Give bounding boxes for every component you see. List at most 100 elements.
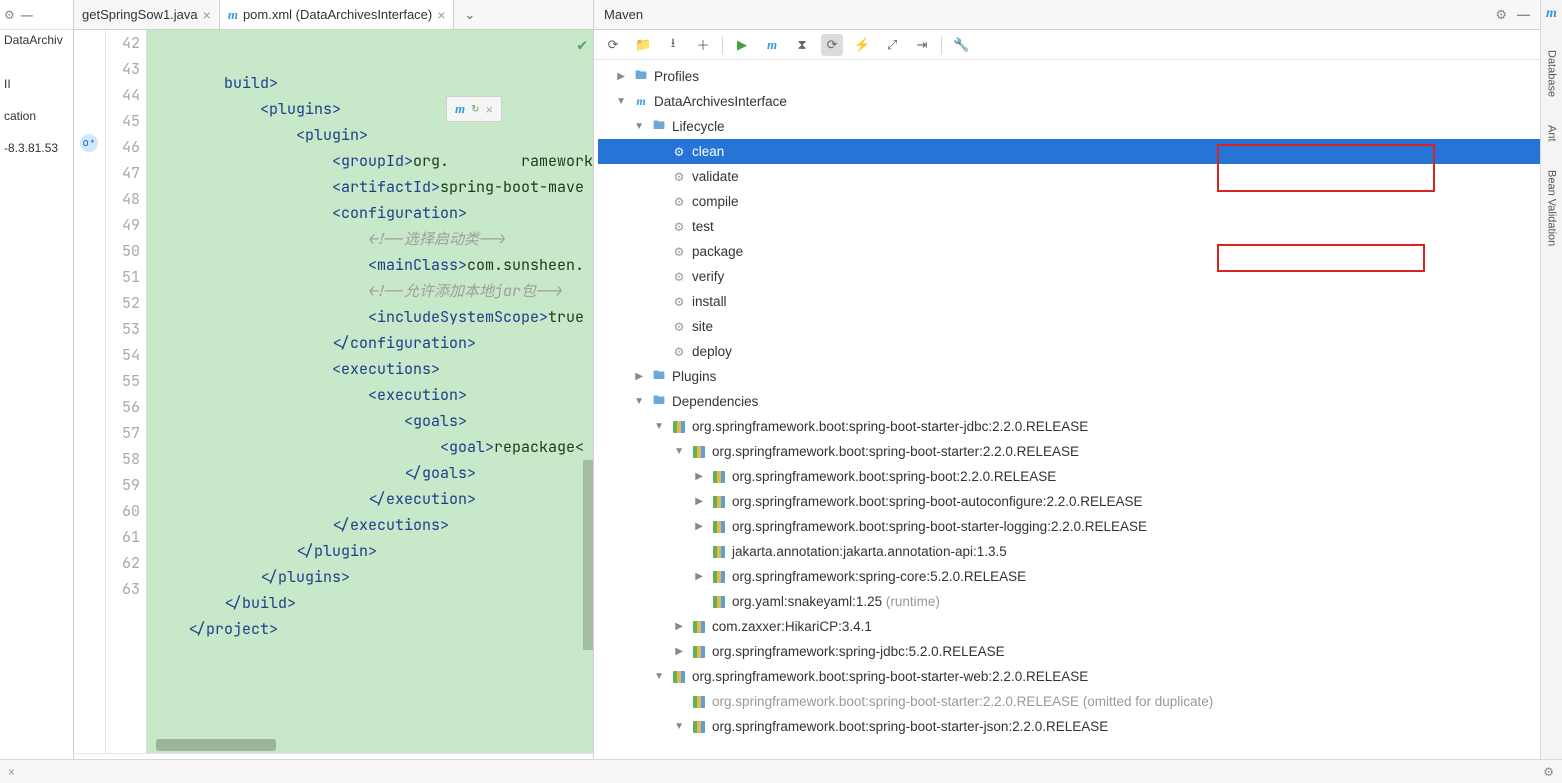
tree-node[interactable]: ⚙deploy xyxy=(598,339,1540,364)
code-line[interactable]: </project> xyxy=(152,616,593,642)
expand-arrow-icon[interactable]: ▼ xyxy=(672,721,686,732)
code-line[interactable]: </plugins> xyxy=(152,564,593,590)
code-line[interactable]: </execution> xyxy=(152,486,593,512)
code-line[interactable]: </goals> xyxy=(152,460,593,486)
expand-arrow-icon[interactable]: ▶ xyxy=(692,496,706,507)
expand-arrow-icon[interactable]: ▼ xyxy=(652,421,666,432)
tree-node[interactable]: ▼org.springframework.boot:spring-boot-st… xyxy=(598,439,1540,464)
editor-v-scrollbar[interactable] xyxy=(583,460,593,650)
expand-arrow-icon[interactable]: ▼ xyxy=(614,96,628,107)
maven-tree[interactable]: ▶🖿Profiles▼mDataArchivesInterface▼🖿Lifec… xyxy=(594,60,1540,783)
project-tree-fragment-row: -8.3.81.53 xyxy=(0,138,73,158)
code-line[interactable]: <!--选择启动类--> xyxy=(152,226,593,252)
gear-icon[interactable]: ⚙ xyxy=(1543,765,1554,779)
tree-node[interactable]: ▼mDataArchivesInterface xyxy=(598,89,1540,114)
code-line[interactable]: <configuration> xyxy=(152,200,593,226)
expand-arrow-icon[interactable]: ▶ xyxy=(692,571,706,582)
code-lines[interactable]: build> <plugins> <plugin> <groupId>org. … xyxy=(146,30,593,753)
tool-window-button[interactable]: Ant xyxy=(1546,125,1558,142)
code-line[interactable]: <goals> xyxy=(152,408,593,434)
gear-icon[interactable]: ⚙ xyxy=(1495,7,1507,23)
tree-node[interactable]: ▶🖿Profiles xyxy=(598,64,1540,89)
close-icon[interactable]: × xyxy=(486,102,494,117)
tree-node[interactable]: ⚙validate xyxy=(598,164,1540,189)
code-line[interactable]: build> xyxy=(152,70,593,96)
close-icon[interactable]: × xyxy=(8,765,15,779)
skip-button[interactable]: ⧗ xyxy=(791,34,813,56)
tree-node[interactable]: ▶org.springframework.boot:spring-boot-au… xyxy=(598,489,1540,514)
editor-tab[interactable]: mpom.xml (DataArchivesInterface)× xyxy=(220,0,455,29)
lightning-button[interactable]: ⚡ xyxy=(851,34,873,56)
tree-node[interactable]: jakarta.annotation:jakarta.annotation-ap… xyxy=(598,539,1540,564)
gutter-bean-icon[interactable]: o⁺ xyxy=(80,134,98,152)
tool-window-button[interactable]: Database xyxy=(1546,50,1558,97)
code-line[interactable]: <plugin> xyxy=(152,122,593,148)
code-line[interactable]: <mainClass>com.sunsheen. xyxy=(152,252,593,278)
minimize-icon[interactable]: — xyxy=(1517,7,1530,23)
code-line[interactable]: <goal>repackage< xyxy=(152,434,593,460)
tree-node[interactable]: ▶org.springframework:spring-core:5.2.0.R… xyxy=(598,564,1540,589)
minimize-icon[interactable]: — xyxy=(21,8,33,22)
chevron-down-icon[interactable]: ⌄ xyxy=(454,7,485,23)
expand-arrow-icon[interactable]: ▶ xyxy=(692,471,706,482)
expand-arrow-icon[interactable]: ▶ xyxy=(632,371,646,382)
code-line[interactable]: <plugins> xyxy=(152,96,593,122)
download-button[interactable]: ⭳ xyxy=(662,34,684,56)
code-line[interactable]: <artifactId>spring-boot-mave xyxy=(152,174,593,200)
generate-button[interactable]: 📁 xyxy=(632,34,654,56)
tree-node[interactable]: ▼org.springframework.boot:spring-boot-st… xyxy=(598,664,1540,689)
gear-icon[interactable]: ⚙ xyxy=(4,8,15,22)
tree-node[interactable]: ▼org.springframework.boot:spring-boot-st… xyxy=(598,714,1540,739)
editor-tab[interactable]: getSpringSow1.java× xyxy=(74,0,220,29)
code-line[interactable]: <groupId>org. ramework xyxy=(152,148,593,174)
tree-node[interactable]: ▶com.zaxxer:HikariCP:3.4.1 xyxy=(598,614,1540,639)
inline-hint-popup[interactable]: m ↻ × xyxy=(446,96,502,122)
code-line[interactable]: <execution> xyxy=(152,382,593,408)
run-button[interactable]: ▶ xyxy=(731,34,753,56)
close-icon[interactable]: × xyxy=(437,7,445,23)
expand-arrow-icon[interactable]: ▶ xyxy=(692,521,706,532)
expand-arrow-icon[interactable]: ▶ xyxy=(614,71,628,82)
tree-node[interactable]: ⚙compile xyxy=(598,189,1540,214)
code-line[interactable]: </plugin> xyxy=(152,538,593,564)
expand-arrow-icon[interactable]: ▼ xyxy=(672,446,686,457)
expand-arrow-icon[interactable]: ▶ xyxy=(672,646,686,657)
wrench-button[interactable]: 🔧 xyxy=(950,34,972,56)
tree-node[interactable]: ⚙verify xyxy=(598,264,1540,289)
offline-button[interactable]: ⟳ xyxy=(821,34,843,56)
tree-node[interactable]: ▶🖿Plugins xyxy=(598,364,1540,389)
code-line[interactable]: </build> xyxy=(152,590,593,616)
tree-node[interactable]: ▼🖿Lifecycle xyxy=(598,114,1540,139)
tree-node[interactable]: ⚙test xyxy=(598,214,1540,239)
add-button[interactable]: ＋ xyxy=(692,34,714,56)
tree-node[interactable]: ▶org.springframework:spring-jdbc:5.2.0.R… xyxy=(598,639,1540,664)
code-line[interactable]: </executions> xyxy=(152,512,593,538)
m-button[interactable]: m xyxy=(761,34,783,56)
tree-node[interactable]: ▶org.springframework.boot:spring-boot-st… xyxy=(598,514,1540,539)
code-line[interactable]: <!--允许添加本地jar包--> xyxy=(152,278,593,304)
tree-node[interactable]: ▼🖿Dependencies xyxy=(598,389,1540,414)
tree-node[interactable]: org.yaml:snakeyaml:1.25 (runtime) xyxy=(598,589,1540,614)
refresh-button[interactable]: ⟳ xyxy=(602,34,624,56)
editor-h-scrollbar[interactable] xyxy=(156,739,576,751)
tree-node[interactable]: ⚙clean xyxy=(598,139,1540,164)
tree-node[interactable]: ⚙site xyxy=(598,314,1540,339)
expand-arrow-icon[interactable]: ▼ xyxy=(632,396,646,407)
tree-node[interactable]: ⚙install xyxy=(598,289,1540,314)
expand-arrow-icon[interactable]: ▼ xyxy=(652,671,666,682)
expand-button[interactable]: ⤢ xyxy=(881,34,903,56)
tree-node[interactable]: org.springframework.boot:spring-boot-sta… xyxy=(598,689,1540,714)
tool-window-button[interactable]: Bean Validation xyxy=(1546,170,1558,246)
code-line[interactable]: </configuration> xyxy=(152,330,593,356)
close-icon[interactable]: × xyxy=(203,7,211,23)
code-editor[interactable]: ✔ o⁺ 42434445464748495051525354555657585… xyxy=(74,30,593,753)
code-line[interactable]: <includeSystemScope>true xyxy=(152,304,593,330)
tree-node[interactable]: ▼org.springframework.boot:spring-boot-st… xyxy=(598,414,1540,439)
code-line[interactable]: <executions> xyxy=(152,356,593,382)
tree-node[interactable]: ⚙package xyxy=(598,239,1540,264)
collapse-button[interactable]: ⇥ xyxy=(911,34,933,56)
tree-node[interactable]: ▶org.springframework.boot:spring-boot:2.… xyxy=(598,464,1540,489)
expand-arrow-icon[interactable]: ▼ xyxy=(632,121,646,132)
expand-arrow-icon[interactable]: ▶ xyxy=(672,621,686,632)
maven-icon[interactable]: m xyxy=(1546,6,1557,22)
